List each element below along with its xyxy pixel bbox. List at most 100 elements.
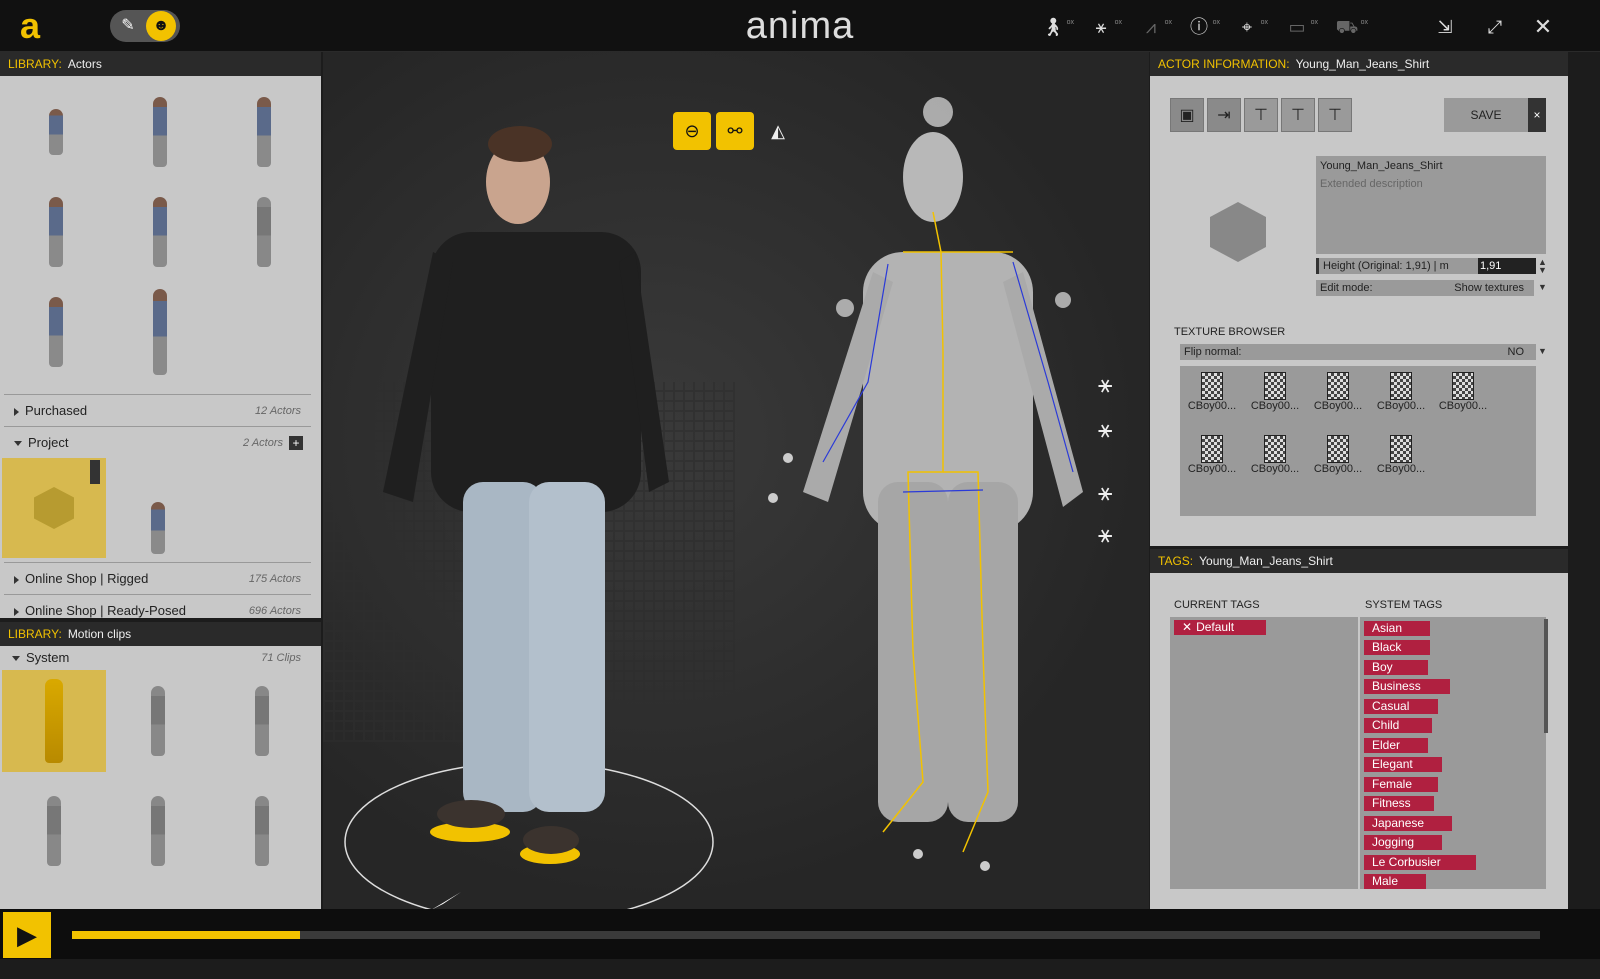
shirt-add-icon[interactable]: ⊤ <box>1244 98 1278 132</box>
actor-thumb[interactable] <box>212 184 316 280</box>
project-actor-selected[interactable] <box>2 458 106 558</box>
save-button[interactable]: SAVE <box>1444 98 1528 132</box>
texture-label: CBoy00... <box>1187 400 1237 412</box>
system-tag[interactable]: Black <box>1364 640 1430 655</box>
export-actor-icon[interactable]: ⇥ <box>1207 98 1241 132</box>
flip-normal-value: NO <box>1507 346 1525 358</box>
system-tag[interactable]: Fitness <box>1364 796 1434 811</box>
system-tag[interactable]: Boy <box>1364 659 1428 675</box>
actor-thumb[interactable] <box>4 184 108 280</box>
edit-mode-select[interactable]: Edit mode: Show textures <box>1316 280 1534 296</box>
3d-viewport[interactable]: ⊖ ⚯ ◭ ⚹ ⚹ ⚹ ⚹ <box>323 52 1149 909</box>
cart-icon[interactable]: ⛟ ox <box>1332 12 1368 42</box>
bookmark-icon[interactable] <box>90 460 100 484</box>
motion-thumb[interactable] <box>210 780 314 882</box>
texture-item[interactable]: CBoy00... <box>1245 431 1305 491</box>
section-online-rigged[interactable]: Online Shop | Rigged 175 Actors <box>4 562 311 594</box>
texture-item[interactable]: CBoy00... <box>1308 368 1368 428</box>
motion-thumb[interactable] <box>106 670 210 772</box>
section-count: 2 Actors <box>243 437 283 449</box>
texture-item[interactable]: CBoy00... <box>1182 431 1242 491</box>
shirt-remove-icon[interactable]: ⊤ <box>1281 98 1315 132</box>
actor-mode-icon[interactable]: ☻ <box>146 11 176 41</box>
section-project[interactable]: Project 2 Actors + <box>4 426 311 458</box>
texture-item[interactable]: CBoy00... <box>1371 368 1431 428</box>
texture-label: CBoy00... <box>1313 463 1363 475</box>
chevron-down-icon[interactable]: ▼ <box>1538 346 1547 356</box>
motion-thumb[interactable] <box>2 780 106 882</box>
library-label: LIBRARY: <box>8 627 62 641</box>
texture-item[interactable]: CBoy00... <box>1245 368 1305 428</box>
flip-normal-label: Flip normal: <box>1184 346 1242 358</box>
system-tags-title: SYSTEM TAGS <box>1365 599 1443 611</box>
library-motion-header: LIBRARY: Motion clips <box>0 622 321 646</box>
tag-icon[interactable]: ⌖ ox <box>1232 12 1268 42</box>
library-actors-panel: LIBRARY: Actors Purchased 12 Actors Projec… <box>0 52 321 618</box>
motion-icon[interactable]: ⚹ ox <box>1086 12 1122 42</box>
texture-item[interactable]: CBoy00... <box>1433 368 1493 428</box>
description-placeholder: Extended description <box>1320 178 1423 190</box>
viewport-scene: ⚹ ⚹ ⚹ ⚹ <box>344 97 1112 909</box>
height-stepper-icon[interactable]: ▲ ▼ <box>1538 258 1548 275</box>
add-icon[interactable]: + <box>289 436 303 450</box>
texture-icon <box>1327 435 1349 463</box>
texture-label: CBoy00... <box>1250 463 1300 475</box>
3d-cube-icon <box>1210 202 1266 262</box>
edit-pen-icon[interactable]: ✎ <box>116 14 140 38</box>
system-tag[interactable]: Female <box>1364 776 1438 792</box>
timeline-bar: ▶ <box>0 909 1600 959</box>
motion-thumb[interactable] <box>210 670 314 772</box>
actor-thumb[interactable] <box>108 184 212 280</box>
chevron-down-icon[interactable]: ▼ <box>1538 282 1547 292</box>
actor-info-header: ACTOR INFORMATION: Young_Man_Jeans_Shirt <box>1150 52 1568 76</box>
actor-thumb[interactable] <box>108 284 212 380</box>
actor-icon[interactable]: 🚶︎ ox <box>1038 12 1074 42</box>
close-icon[interactable]: ✕ <box>1528 12 1558 42</box>
portrait-icon[interactable]: ▣ <box>1170 98 1204 132</box>
height-input[interactable]: 1,91 <box>1478 258 1536 274</box>
folder-icon[interactable]: ▭ ox <box>1282 12 1318 42</box>
flip-normal-select[interactable]: Flip normal: NO <box>1180 344 1536 360</box>
current-tag[interactable]: ✕ Default <box>1174 620 1266 635</box>
system-tag[interactable]: Asian <box>1364 620 1430 636</box>
timeline-track[interactable] <box>72 931 1540 939</box>
graph-icon[interactable]: ⩘ ox <box>1136 12 1172 42</box>
motion-thumb-selected[interactable] <box>2 670 106 772</box>
section-system[interactable]: System 71 Clips <box>2 646 311 670</box>
mode-toggle[interactable]: ✎ ☻ <box>110 10 180 42</box>
system-tag[interactable]: Business <box>1364 679 1450 694</box>
system-tag[interactable]: Le Corbusier <box>1364 854 1476 870</box>
description-box[interactable]: Young_Man_Jeans_Shirt Extended descripti… <box>1316 156 1546 254</box>
motion-thumb[interactable] <box>106 780 210 882</box>
system-tag[interactable]: Child <box>1364 718 1432 733</box>
shirt-help-icon[interactable]: ⊤ <box>1318 98 1352 132</box>
system-tag[interactable]: Elder <box>1364 737 1428 753</box>
actor-thumb[interactable] <box>4 284 108 380</box>
system-tag[interactable]: Japanese <box>1364 815 1452 831</box>
texture-icon <box>1264 435 1286 463</box>
current-tags-title: CURRENT TAGS <box>1174 599 1260 611</box>
texture-icon <box>1452 372 1474 400</box>
texture-item[interactable]: CBoy00... <box>1308 431 1368 491</box>
play-icon[interactable]: ▶ <box>3 912 51 958</box>
actor-thumb[interactable] <box>4 84 108 180</box>
info-icon[interactable]: ⓘ ox <box>1184 12 1220 42</box>
actor-grid <box>4 84 311 380</box>
fullscreen-icon[interactable]: ⤢ <box>1480 12 1510 42</box>
export-icon[interactable]: ⇲ <box>1430 12 1460 42</box>
texture-grid: CBoy00... CBoy00... CBoy00... CBoy00... … <box>1180 366 1536 516</box>
system-tag[interactable]: Jogging <box>1364 835 1442 850</box>
close-info-button[interactable]: × <box>1528 98 1546 132</box>
project-actor-thumb[interactable] <box>106 458 210 558</box>
remove-tag-icon[interactable]: ✕ <box>1182 620 1192 634</box>
tags-scrollbar[interactable] <box>1544 619 1548 733</box>
system-tag[interactable]: Casual <box>1364 698 1438 714</box>
section-purchased[interactable]: Purchased 12 Actors <box>4 394 311 426</box>
actor-info-label: ACTOR INFORMATION: <box>1158 57 1290 71</box>
system-tag[interactable]: Male <box>1364 874 1426 889</box>
system-tag[interactable]: Elegant <box>1364 757 1442 772</box>
texture-item[interactable]: CBoy00... <box>1371 431 1431 491</box>
texture-item[interactable]: CBoy00... <box>1182 368 1242 428</box>
actor-thumb[interactable] <box>212 84 316 180</box>
actor-thumb[interactable] <box>108 84 212 180</box>
